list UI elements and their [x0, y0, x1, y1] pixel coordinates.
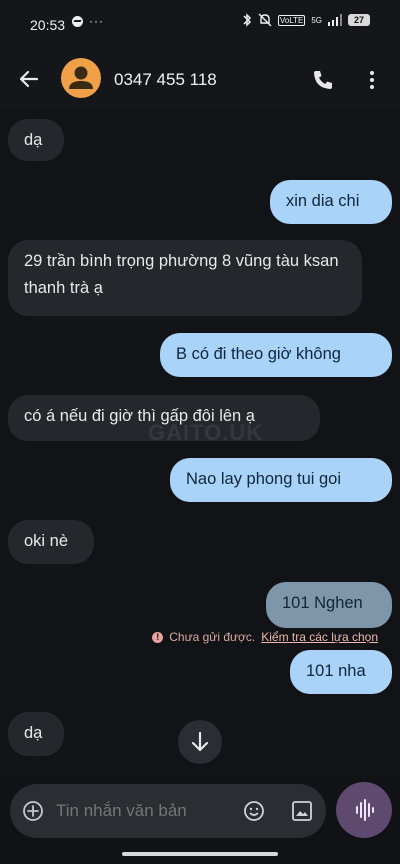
phone-icon[interactable]: [311, 68, 335, 92]
check-options-link[interactable]: Kiểm tra các lựa chọn: [261, 630, 378, 644]
messenger-notification-icon: [72, 15, 83, 27]
scroll-to-bottom-button[interactable]: [178, 720, 222, 764]
send-error-row: ! Chưa gửi được. Kiểm tra các lựa chọn: [152, 630, 378, 644]
volte-badge: VoLTE: [277, 14, 306, 26]
message-outgoing-failed[interactable]: 101 Nghen: [266, 582, 392, 628]
error-icon: !: [152, 631, 164, 643]
more-notifications-icon: ···: [89, 14, 104, 28]
status-time: 20:53: [30, 17, 66, 33]
person-icon: [69, 66, 93, 89]
status-notification-icons: ···: [72, 14, 104, 28]
message-outgoing[interactable]: Nao lay phong tui goi: [170, 458, 392, 502]
signal-icon: [328, 14, 342, 26]
message-outgoing[interactable]: B có đi theo giờ không: [160, 333, 392, 377]
mute-icon: [258, 13, 272, 27]
waveform-icon: [356, 799, 374, 821]
arrow-back-icon[interactable]: [16, 66, 42, 92]
contact-avatar[interactable]: [61, 58, 101, 98]
message-composer: [10, 784, 326, 838]
status-bar: 20:53 ··· VoLTE 5G 27: [0, 0, 400, 48]
message-outgoing[interactable]: xin dia chi: [270, 180, 392, 224]
smile-icon[interactable]: [242, 799, 266, 823]
voice-message-button[interactable]: [336, 782, 392, 838]
message-outgoing[interactable]: 101 nha: [290, 650, 392, 694]
message-input[interactable]: [56, 801, 226, 821]
home-indicator[interactable]: [122, 852, 278, 856]
send-error-text: Chưa gửi được.: [169, 630, 256, 644]
message-incoming[interactable]: dạ: [8, 712, 64, 756]
image-icon[interactable]: [290, 799, 314, 823]
watermark: GAITO.UK: [148, 420, 264, 445]
bluetooth-icon: [243, 13, 251, 27]
message-incoming[interactable]: oki nè: [8, 520, 94, 564]
arrow-down-icon: [191, 731, 209, 752]
contact-name[interactable]: 0347 455 118: [114, 70, 217, 90]
network-type: 5G: [311, 15, 322, 25]
more-vert-icon[interactable]: [360, 68, 384, 92]
message-incoming[interactable]: dạ: [8, 119, 64, 161]
add-emoji-icon[interactable]: [22, 800, 44, 822]
battery-icon: 27: [348, 14, 370, 26]
status-indicators: VoLTE 5G 27: [242, 13, 370, 27]
message-incoming[interactable]: 29 trần bình trọng phường 8 vũng tàu ksa…: [8, 240, 362, 316]
